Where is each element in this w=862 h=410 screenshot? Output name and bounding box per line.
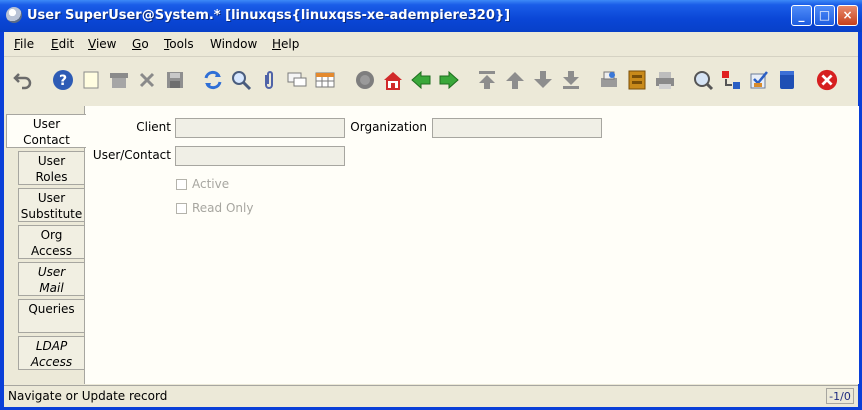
- tab-label-line2: Access: [30, 355, 73, 369]
- tab-label-line2: Access: [30, 244, 73, 258]
- delete-selection-icon[interactable]: [136, 69, 158, 91]
- tab-label-line2: Roles: [35, 170, 68, 184]
- tab-label-line1: Queries: [28, 302, 75, 316]
- refresh-icon[interactable]: [202, 69, 224, 91]
- parent-icon[interactable]: [410, 69, 432, 91]
- main-area: User Contact User Roles User Substitute …: [4, 106, 859, 384]
- menu-help-label: elp: [281, 37, 300, 51]
- menu-edit-label: dit: [58, 37, 75, 51]
- organization-label: Organization: [350, 120, 427, 134]
- chat-icon[interactable]: [286, 69, 308, 91]
- menu-view-mnemonic: V: [88, 37, 96, 51]
- window-title: User SuperUser@System.* [linuxqss{linuxq…: [27, 8, 511, 23]
- new-record-icon[interactable]: [80, 69, 102, 91]
- report-icon[interactable]: [598, 69, 620, 91]
- tab-label-line2: Mail: [39, 281, 64, 295]
- menu-window-label: Window: [210, 37, 258, 51]
- tab-user-roles[interactable]: User Roles: [18, 151, 84, 185]
- menu-tools-label: ools: [169, 37, 194, 51]
- status-bar: Navigate or Update record -1/0: [4, 385, 858, 407]
- svg-text:?: ?: [59, 73, 67, 89]
- zoom-across-icon[interactable]: [692, 69, 714, 91]
- detail-icon[interactable]: [438, 69, 460, 91]
- menu-view-label: iew: [95, 37, 117, 51]
- attachment-icon[interactable]: [258, 69, 280, 91]
- application-window: User SuperUser@System.* [linuxqss{linuxq…: [0, 0, 862, 410]
- menu-go-label: o: [141, 37, 149, 51]
- record-panel: Client Organization User/Contact Active …: [84, 106, 859, 384]
- menu-file-label: ile: [20, 37, 35, 51]
- menu-file[interactable]: File: [14, 37, 34, 51]
- status-message: Navigate or Update record: [8, 389, 168, 403]
- first-record-icon[interactable]: [476, 69, 498, 91]
- tab-label-line1: LDAP: [35, 339, 68, 353]
- tab-ldap-access[interactable]: LDAP Access: [18, 336, 84, 370]
- requests-icon[interactable]: [748, 69, 770, 91]
- grid-toggle-icon[interactable]: [314, 69, 336, 91]
- client-label: Client: [136, 120, 171, 134]
- readonly-checkbox[interactable]: [176, 203, 187, 214]
- next-record-icon[interactable]: [532, 69, 554, 91]
- exit-icon[interactable]: [816, 69, 838, 91]
- menu-window[interactable]: Window: [210, 37, 257, 51]
- app-icon: [6, 7, 22, 23]
- save-icon[interactable]: [164, 69, 186, 91]
- minimize-button[interactable]: _: [791, 5, 812, 26]
- menu-view[interactable]: View: [88, 37, 116, 51]
- history-icon[interactable]: [354, 69, 376, 91]
- organization-field[interactable]: [432, 118, 602, 138]
- tab-label-line1: Org: [40, 228, 63, 242]
- delete-icon[interactable]: [108, 69, 130, 91]
- client-field[interactable]: [175, 118, 345, 138]
- active-checkbox[interactable]: [176, 179, 187, 190]
- archive-icon[interactable]: [626, 69, 648, 91]
- menu-go-mnemonic: G: [132, 37, 142, 51]
- tab-label-line1: User: [37, 265, 66, 279]
- undo-icon[interactable]: [12, 69, 34, 91]
- menu-help-mnemonic: H: [272, 37, 282, 51]
- menu-bar: File Edit View Go Tools Window Help: [4, 32, 858, 57]
- menu-help[interactable]: Help: [272, 37, 299, 51]
- toolbar: ?: [4, 57, 858, 105]
- menu-edit[interactable]: Edit: [51, 37, 74, 51]
- tab-org-access[interactable]: Org Access: [18, 225, 84, 259]
- home-icon[interactable]: [382, 69, 404, 91]
- title-bar[interactable]: User SuperUser@System.* [linuxqss{linuxq…: [0, 0, 862, 32]
- menu-edit-mnemonic: E: [51, 37, 59, 51]
- window-client-area: File Edit View Go Tools Window Help ? Us…: [4, 32, 859, 407]
- active-checkbox-label: Active: [192, 177, 230, 191]
- tab-label-line2: Contact: [23, 133, 70, 147]
- tab-user-contact[interactable]: User Contact: [6, 114, 86, 148]
- product-info-icon[interactable]: [776, 69, 798, 91]
- last-record-icon[interactable]: [560, 69, 582, 91]
- menu-tools[interactable]: Tools: [164, 37, 194, 51]
- readonly-checkbox-label: Read Only: [192, 201, 254, 215]
- tab-label-line2: Substitute: [20, 207, 83, 221]
- maximize-button[interactable]: □: [814, 5, 835, 26]
- find-icon[interactable]: [230, 69, 252, 91]
- close-button[interactable]: ×: [837, 5, 858, 26]
- tab-label-line1: User: [32, 117, 61, 131]
- menu-go[interactable]: Go: [132, 37, 149, 51]
- tab-user-substitute[interactable]: User Substitute: [18, 188, 84, 222]
- help-icon[interactable]: ?: [52, 69, 74, 91]
- user-contact-field[interactable]: [175, 146, 345, 166]
- record-count[interactable]: -1/0: [826, 388, 854, 404]
- tab-user-mail[interactable]: User Mail: [18, 262, 84, 296]
- print-icon[interactable]: [654, 69, 676, 91]
- user-contact-label: User/Contact: [92, 148, 171, 162]
- tab-label-line1: User: [37, 191, 66, 205]
- tab-label-line1: User: [37, 154, 66, 168]
- active-workflows-icon[interactable]: [720, 69, 742, 91]
- previous-record-icon[interactable]: [504, 69, 526, 91]
- tab-queries[interactable]: Queries: [18, 299, 84, 333]
